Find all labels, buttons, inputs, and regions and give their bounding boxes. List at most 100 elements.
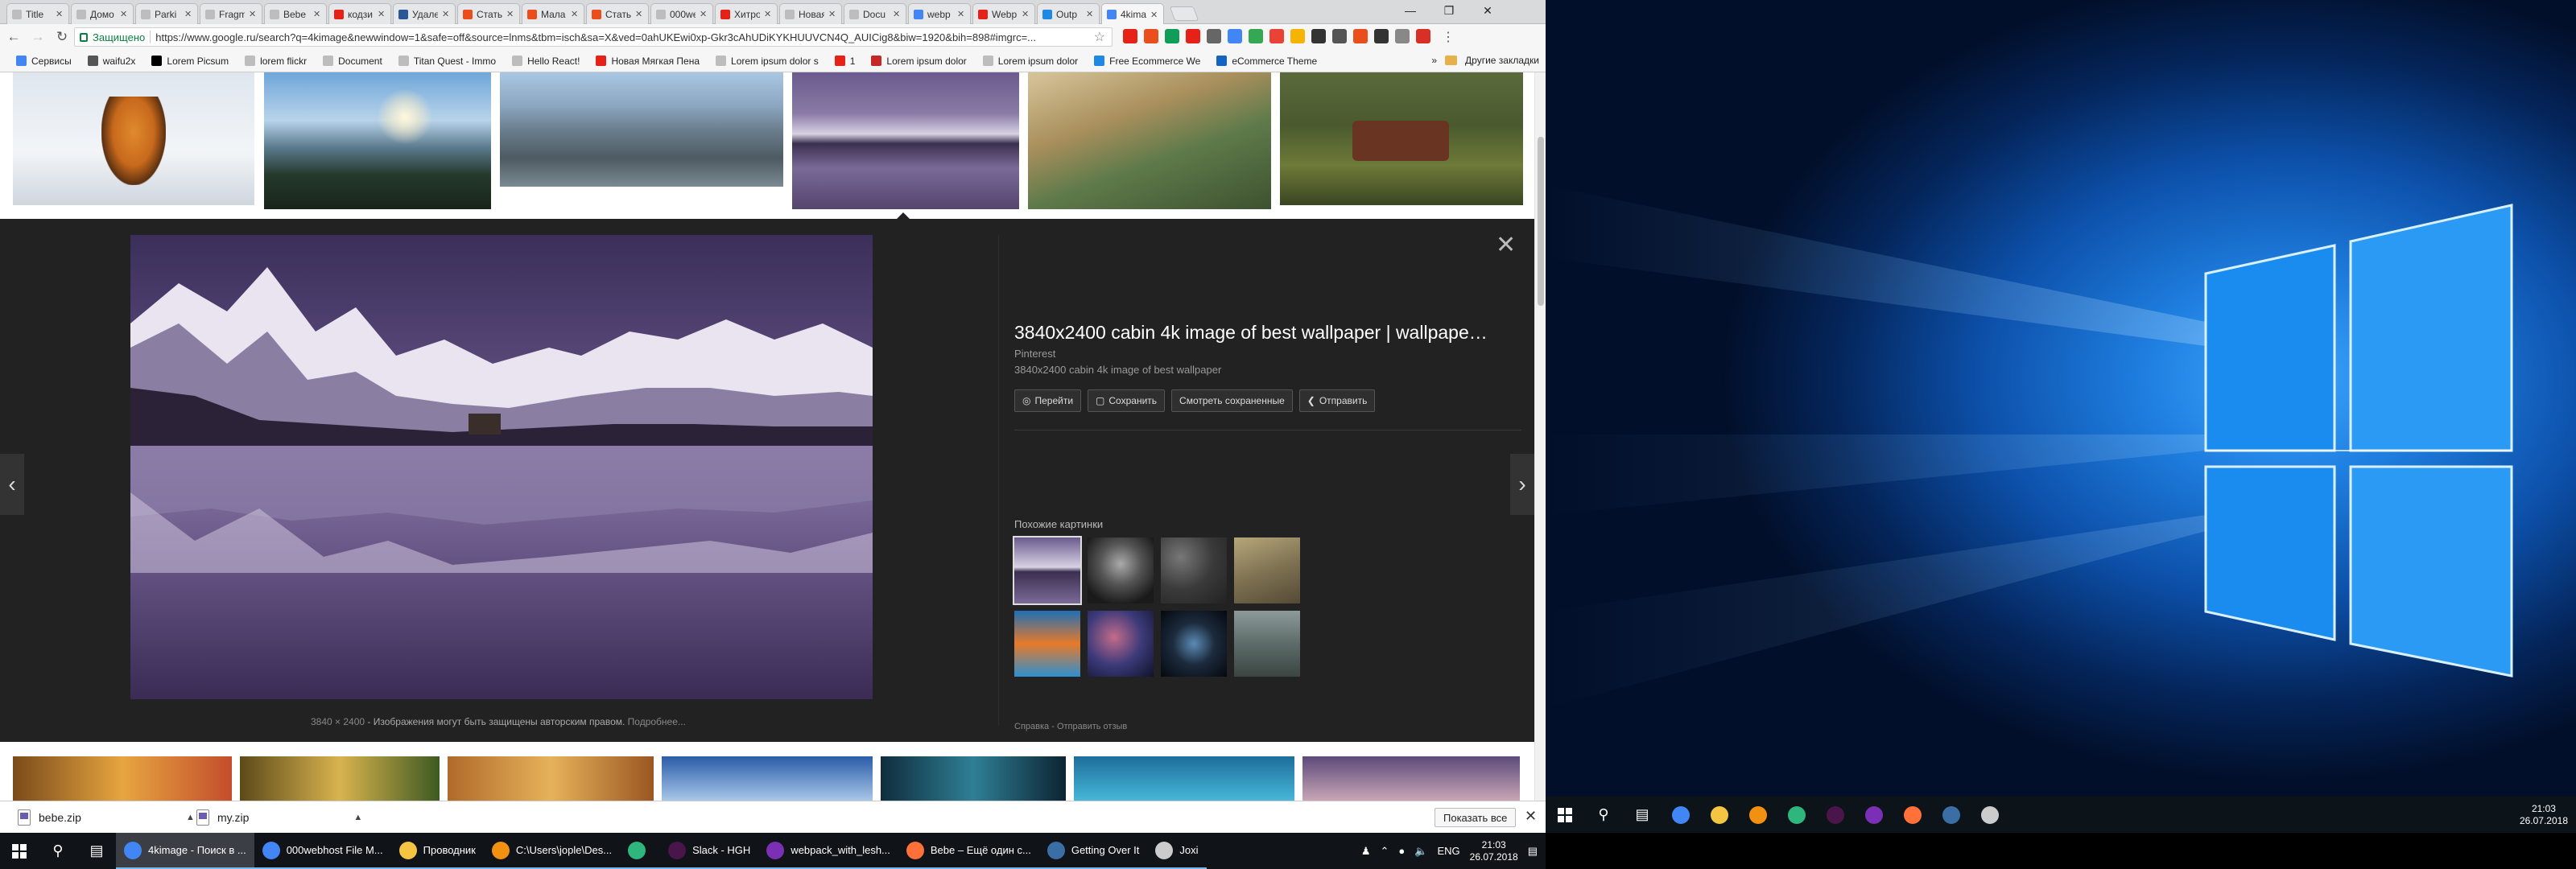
more-bookmarks-icon[interactable]: » <box>1431 55 1437 66</box>
close-tab-icon[interactable]: ✕ <box>635 9 643 19</box>
close-tab-icon[interactable]: ✕ <box>184 9 192 19</box>
thumbnail-bird[interactable] <box>13 756 232 801</box>
browser-tab[interactable]: Домо ✕ <box>71 3 134 24</box>
extension-icon[interactable] <box>1395 29 1410 43</box>
similar-image-1[interactable] <box>1013 536 1082 605</box>
close-tab-icon[interactable]: ✕ <box>120 9 128 19</box>
similar-image-5[interactable] <box>1014 611 1080 677</box>
browser-tab[interactable]: Мала ✕ <box>522 3 584 24</box>
next-image-button[interactable]: › <box>1510 454 1534 515</box>
new-tab-button[interactable] <box>1169 6 1199 21</box>
show-all-downloads-button[interactable]: Показать все <box>1435 808 1517 827</box>
taskbar-app[interactable]: webpack_with_lesh... <box>758 833 898 869</box>
page-scrollbar[interactable] <box>1534 72 1546 801</box>
pinned-app-icon[interactable] <box>1932 797 1971 833</box>
browser-tab[interactable]: кодзи ✕ <box>328 3 391 24</box>
extension-icon[interactable] <box>1269 29 1284 43</box>
browser-tab[interactable]: Fragm ✕ <box>200 3 262 24</box>
close-tab-icon[interactable]: ✕ <box>249 9 257 19</box>
url-text[interactable]: https://www.google.ru/search?q=4kimage&n… <box>155 31 1088 43</box>
pinned-app-icon[interactable] <box>1855 797 1893 833</box>
taskbar-app[interactable]: Slack - HGH <box>660 833 759 869</box>
bookmark-item[interactable]: Новая Мягкая Пена <box>588 56 708 67</box>
browser-tab[interactable]: Хитро ✕ <box>715 3 778 24</box>
preview-action-button[interactable]: Смотреть сохраненные <box>1171 389 1293 412</box>
close-tab-icon[interactable]: ✕ <box>378 9 386 19</box>
thumbnail-adventure[interactable] <box>1028 72 1271 209</box>
reload-button[interactable]: ↻ <box>52 27 72 47</box>
extension-icon[interactable] <box>1207 29 1221 43</box>
bookmark-item[interactable]: Lorem ipsum dolor <box>863 56 974 67</box>
network-icon[interactable]: ● <box>1398 845 1405 857</box>
browser-tab[interactable]: Outp ✕ <box>1037 3 1100 24</box>
address-bar[interactable]: Защищено https://www.google.ru/search?q=… <box>74 27 1113 47</box>
pinned-app-icon[interactable] <box>1662 797 1700 833</box>
secondary-clock[interactable]: 21:03 26.07.2018 <box>2520 797 2568 833</box>
taskbar-app[interactable]: C:\Users\jople\Des... <box>483 833 621 869</box>
maximize-button[interactable]: ❐ <box>1430 0 1468 21</box>
similar-image-2[interactable] <box>1088 537 1154 603</box>
close-tab-icon[interactable]: ✕ <box>828 9 836 19</box>
close-tab-icon[interactable]: ✕ <box>571 9 579 19</box>
bookmark-item[interactable]: eCommerce Theme <box>1208 56 1325 67</box>
pinned-app-icon[interactable] <box>1816 797 1855 833</box>
thumbnail-cabin-selected[interactable] <box>792 72 1019 209</box>
person-icon[interactable]: ♟ <box>1361 845 1371 858</box>
extension-icon[interactable] <box>1332 29 1347 43</box>
chevron-up-icon[interactable]: ▲ <box>186 813 195 822</box>
bookmark-star-icon[interactable]: ☆ <box>1094 29 1105 45</box>
browser-tab[interactable]: webp ✕ <box>908 3 971 24</box>
similar-image-7[interactable] <box>1161 611 1227 677</box>
taskbar-app[interactable]: Joxi <box>1147 833 1207 869</box>
close-tab-icon[interactable]: ✕ <box>764 9 772 19</box>
start-button[interactable] <box>1546 797 1584 833</box>
thumbnail-tiger[interactable] <box>13 72 254 205</box>
extension-icon[interactable] <box>1353 29 1368 43</box>
browser-tab[interactable]: 4kima ✕ <box>1101 3 1164 25</box>
extension-icon[interactable] <box>1186 29 1200 43</box>
bookmark-item[interactable]: 1 <box>827 56 864 67</box>
thumbnail-ocean[interactable] <box>881 756 1066 801</box>
close-tab-icon[interactable]: ✕ <box>442 9 450 19</box>
search-icon[interactable]: ⚲ <box>39 833 77 869</box>
pinned-app-icon[interactable] <box>1971 797 2009 833</box>
close-tab-icon[interactable]: ✕ <box>506 9 514 19</box>
taskbar-app[interactable]: Getting Over It <box>1038 833 1148 869</box>
bookmark-item[interactable]: Lorem ipsum dolor s <box>708 56 827 67</box>
thumbnail-city[interactable] <box>500 72 783 187</box>
bookmark-item[interactable]: Document <box>315 56 390 67</box>
language-indicator[interactable]: ENG <box>1437 845 1459 857</box>
bookmark-item[interactable]: waifu2x <box>80 56 144 67</box>
thumbnail-mountain-blue[interactable] <box>662 756 873 801</box>
pinned-app-icon[interactable] <box>1893 797 1932 833</box>
close-tab-icon[interactable]: ✕ <box>1086 9 1094 19</box>
notifications-icon[interactable]: ▤ <box>1528 845 1538 858</box>
extension-icon[interactable] <box>1144 29 1158 43</box>
close-tab-icon[interactable]: ✕ <box>1150 10 1158 20</box>
browser-tab[interactable]: Bebe ✕ <box>264 3 327 24</box>
bookmark-item[interactable]: Lorem ipsum dolor <box>975 56 1086 67</box>
download-item[interactable]: my.zip ▲ <box>196 806 362 829</box>
more-info-link[interactable]: Подробнее... <box>628 716 686 727</box>
pinned-app-icon[interactable] <box>1739 797 1777 833</box>
browser-tab[interactable]: Parki ✕ <box>135 3 198 24</box>
close-window-button[interactable]: ✕ <box>1468 0 1507 21</box>
bookmark-item[interactable]: Сервисы <box>8 56 80 67</box>
scrollbar-thumb[interactable] <box>1538 137 1544 306</box>
bookmark-item[interactable]: Free Ecommerce We <box>1086 56 1208 67</box>
start-button[interactable] <box>0 833 39 869</box>
volume-icon[interactable]: 🔈 <box>1414 845 1427 858</box>
close-tab-icon[interactable]: ✕ <box>56 9 64 19</box>
pinned-app-icon[interactable] <box>1777 797 1816 833</box>
thumbnail-mountains-sun[interactable] <box>264 72 491 209</box>
preview-action-button[interactable]: ◎ Перейти <box>1014 389 1082 412</box>
browser-tab[interactable]: Удале ✕ <box>393 3 456 24</box>
preview-action-button[interactable]: ▢ Сохранить <box>1088 389 1166 412</box>
taskbar-app[interactable] <box>620 833 661 869</box>
search-icon[interactable]: ⚲ <box>1584 797 1623 833</box>
clock[interactable]: 21:03 26.07.2018 <box>1470 839 1518 863</box>
close-tab-icon[interactable]: ✕ <box>893 9 901 19</box>
download-filename[interactable]: my.zip <box>217 811 249 824</box>
task-view-icon[interactable]: ▤ <box>77 833 116 869</box>
bookmark-item[interactable]: Titan Quest - Immo <box>390 56 504 67</box>
